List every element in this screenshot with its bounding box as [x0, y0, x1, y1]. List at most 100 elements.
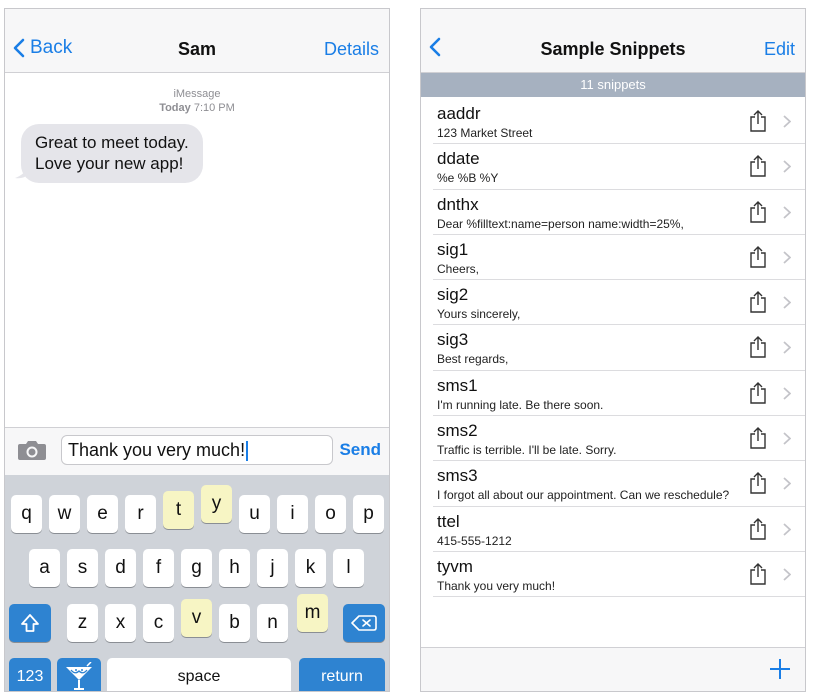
snippet-text: %e %B %Y — [437, 171, 499, 186]
snippet-row[interactable]: ttel 415-555-1212 — [433, 507, 805, 552]
edit-button[interactable]: Edit — [764, 39, 795, 60]
snippets-title: Sample Snippets — [540, 39, 686, 59]
share-icon[interactable] — [749, 290, 767, 314]
snippet-name: sig3 — [437, 330, 469, 350]
share-icon[interactable] — [749, 471, 767, 495]
key-s[interactable]: s — [67, 549, 98, 587]
key-e[interactable]: e — [87, 495, 118, 533]
snippet-name: sms1 — [437, 375, 478, 395]
snippet-row[interactable]: sig1 Cheers, — [433, 235, 805, 281]
back-button[interactable]: Back — [13, 37, 72, 59]
chevron-left-icon — [13, 38, 25, 58]
messages-nav-bar: Back Sam Details — [5, 9, 389, 73]
chevron-right-icon — [783, 523, 791, 536]
share-icon[interactable] — [749, 562, 767, 586]
snippet-row[interactable]: aaddr 123 Market Street — [433, 99, 805, 145]
share-icon[interactable] — [749, 335, 767, 359]
snippet-name: ttel — [437, 511, 460, 531]
key-a[interactable]: a — [29, 549, 60, 587]
text-cursor — [246, 441, 249, 462]
snippet-row[interactable]: sms2 Traffic is terrible. I'll be late. … — [433, 416, 805, 462]
key-r[interactable]: r — [125, 495, 156, 533]
snippet-text: 123 Market Street — [437, 126, 533, 140]
add-icon[interactable] — [769, 658, 791, 680]
share-icon[interactable] — [749, 154, 767, 178]
service-label: iMessage — [173, 88, 221, 100]
return-key[interactable]: return — [299, 658, 385, 691]
snippet-text: Traffic is terrible. I'll be late. Sorry… — [437, 443, 617, 458]
key-z[interactable]: z — [67, 604, 98, 642]
share-icon[interactable] — [749, 381, 767, 405]
space-key[interactable]: space — [107, 658, 291, 691]
chevron-left-icon — [429, 37, 441, 57]
key-v[interactable]: v — [181, 599, 212, 637]
message-line-2: Love your new app! — [35, 154, 184, 173]
snippet-text: I forgot all about our appointment. Can … — [437, 488, 730, 503]
key-q[interactable]: q — [11, 495, 42, 533]
key-j[interactable]: j — [257, 549, 288, 587]
backspace-icon — [351, 615, 377, 631]
share-icon[interactable] — [749, 200, 767, 224]
snippet-name: sms3 — [437, 466, 478, 486]
snippet-text: Yours sincerely, — [437, 307, 521, 322]
back-button[interactable] — [429, 37, 446, 57]
key-f[interactable]: f — [143, 549, 174, 587]
key-n[interactable]: n — [257, 604, 288, 642]
key-y[interactable]: y — [201, 485, 232, 523]
chevron-right-icon — [783, 432, 791, 445]
snippets-nav-bar: Sample Snippets Edit — [421, 9, 805, 73]
message-text-field[interactable]: Thank you very much! — [61, 435, 333, 465]
key-p[interactable]: p — [353, 495, 384, 533]
snippet-name: aaddr — [437, 104, 481, 123]
shift-key[interactable] — [9, 604, 51, 642]
key-b[interactable]: b — [219, 604, 250, 642]
send-button[interactable]: Send — [339, 440, 381, 460]
snippet-row[interactable]: sms1 I'm running late. Be there soon. — [433, 371, 805, 417]
snippet-name: ddate — [437, 149, 480, 169]
key-x[interactable]: x — [105, 604, 136, 642]
key-w[interactable]: w — [49, 495, 80, 533]
snippet-name: sms2 — [437, 421, 478, 441]
key-h[interactable]: h — [219, 549, 250, 587]
app-logo-key[interactable] — [57, 658, 101, 691]
chevron-right-icon — [783, 115, 791, 128]
details-button[interactable]: Details — [324, 39, 379, 60]
snippet-row[interactable]: sms3 I forgot all about our appointment.… — [433, 461, 805, 507]
messages-screen: Back Sam Details iMessage Today 7:10 PM … — [4, 8, 390, 692]
message-text-value: Thank you very much! — [68, 440, 246, 460]
share-icon[interactable] — [749, 426, 767, 450]
key-i[interactable]: i — [277, 495, 308, 533]
key-d[interactable]: d — [105, 549, 136, 587]
snippet-text: I'm running late. Be there soon. — [437, 397, 604, 412]
received-message-bubble: Great to meet today. Love your new app! — [21, 124, 203, 183]
share-icon[interactable] — [749, 517, 767, 541]
key-k[interactable]: k — [295, 549, 326, 587]
snippet-row[interactable]: tyvm Thank you very much! — [433, 552, 805, 598]
snippet-text: Cheers, — [437, 261, 480, 276]
snippet-row[interactable]: sig3 Best regards, — [433, 325, 805, 371]
snippet-text: Best regards, — [437, 352, 509, 367]
key-u[interactable]: u — [239, 495, 270, 533]
camera-button[interactable] — [17, 439, 47, 466]
snippet-row[interactable]: dnthx Dear %filltext:name=person name:wi… — [433, 190, 805, 235]
key-o[interactable]: o — [315, 495, 346, 533]
key-t[interactable]: t — [163, 491, 194, 529]
share-icon[interactable] — [749, 109, 767, 133]
snippet-row[interactable]: ddate %e %B %Y — [433, 144, 805, 190]
chevron-right-icon — [783, 341, 791, 355]
keyboard: q w e r t y u i o p a s d f g h j k l z … — [5, 475, 389, 691]
message-input-bar: Thank you very much! Send — [5, 427, 389, 475]
key-g[interactable]: g — [181, 549, 212, 587]
message-meta: iMessage Today 7:10 PM — [5, 87, 389, 115]
chevron-right-icon — [783, 568, 791, 581]
numbers-key[interactable]: 123 — [9, 658, 51, 691]
share-icon[interactable] — [749, 245, 767, 269]
key-c[interactable]: c — [143, 604, 174, 642]
snippet-name: tyvm — [437, 556, 473, 576]
snippet-row[interactable]: sig2 Yours sincerely, — [433, 280, 805, 326]
back-label: Back — [30, 37, 73, 58]
key-m[interactable]: m — [297, 594, 328, 632]
key-l[interactable]: l — [333, 549, 364, 587]
timestamp: Today 7:10 PM — [159, 102, 235, 114]
backspace-key[interactable] — [343, 604, 385, 642]
